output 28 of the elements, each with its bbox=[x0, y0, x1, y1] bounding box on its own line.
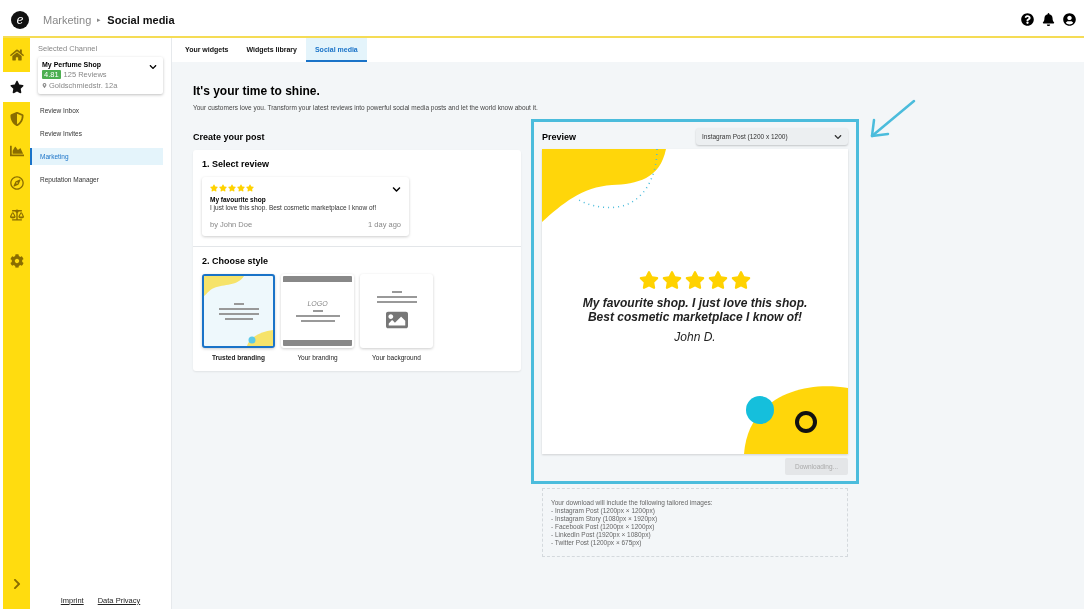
user-icon[interactable] bbox=[1063, 13, 1076, 26]
step-heading: 1. Select review bbox=[202, 159, 271, 169]
help-icon[interactable] bbox=[1021, 13, 1034, 26]
compass-icon bbox=[9, 176, 24, 190]
star-icon bbox=[9, 80, 24, 94]
brand-logo[interactable]: e bbox=[11, 10, 29, 29]
chevron-down-icon bbox=[392, 185, 401, 194]
post-author: John D. bbox=[674, 329, 716, 344]
post-quote: My favourite shop. I just love this shop. Best cosmetic marketplace I know of! bbox=[581, 295, 809, 324]
blob-decoration-icon bbox=[247, 330, 273, 347]
home-icon bbox=[9, 48, 24, 62]
step-heading: 2. Choose style bbox=[202, 256, 270, 267]
style-option[interactable] bbox=[202, 274, 275, 349]
chevron-down-icon bbox=[834, 132, 842, 141]
shield-icon bbox=[9, 112, 24, 126]
bell-icon[interactable] bbox=[1042, 13, 1055, 26]
gear-icon bbox=[9, 254, 24, 268]
blob-decoration-icon bbox=[204, 276, 244, 297]
pin-icon bbox=[42, 83, 47, 88]
section-heading: Create your post bbox=[193, 132, 266, 142]
preview-heading: Preview bbox=[542, 131, 577, 142]
breadcrumb-link[interactable]: Marketing bbox=[43, 13, 92, 26]
chart-icon bbox=[9, 144, 24, 158]
breadcrumb-current: Social media bbox=[107, 13, 175, 26]
scale-icon bbox=[9, 208, 24, 222]
chevron-down-icon bbox=[149, 63, 157, 71]
page-heading: It's your time to shine. bbox=[193, 84, 321, 98]
arrow-annotation-icon bbox=[868, 98, 918, 140]
